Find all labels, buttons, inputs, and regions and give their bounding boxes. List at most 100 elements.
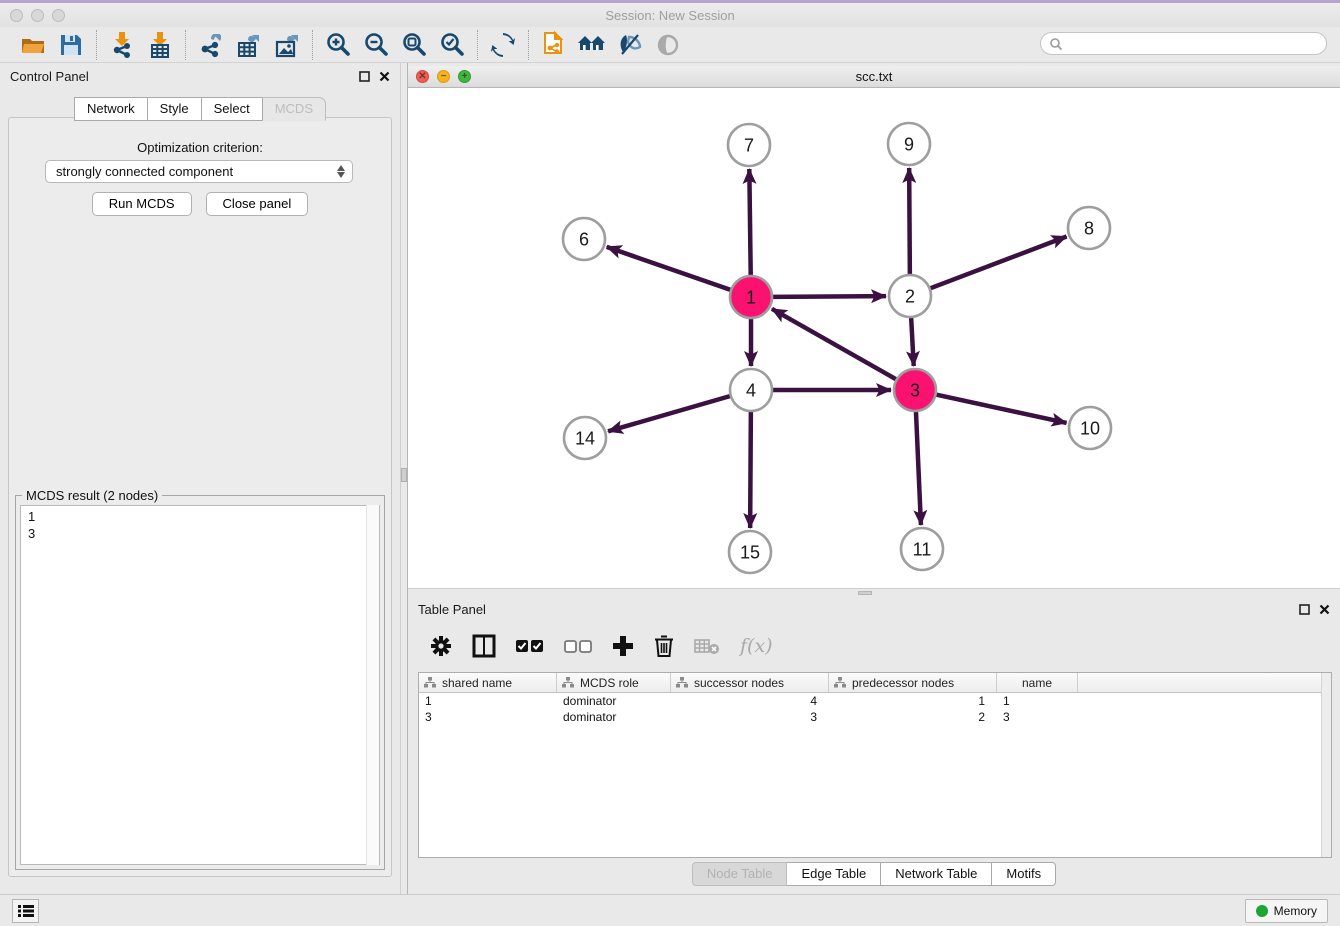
graph-node-1[interactable]: 1 <box>730 276 772 318</box>
edge-2-3[interactable] <box>911 318 914 366</box>
control-panel: Control Panel NetworkStyleSelectMCDS Opt… <box>0 63 400 894</box>
column-header-shared-name[interactable]: shared name <box>419 673 557 692</box>
tab-mcds[interactable]: MCDS <box>263 97 326 121</box>
graph-node-14[interactable]: 14 <box>564 417 606 459</box>
tab-node-table[interactable]: Node Table <box>692 862 788 886</box>
zoom-in-icon[interactable] <box>323 31 353 59</box>
graph-node-7[interactable]: 7 <box>728 124 770 166</box>
mcds-result-fieldset: MCDS result (2 nodes) 1 3 <box>15 495 385 870</box>
duplicate-network-icon[interactable] <box>539 31 569 59</box>
add-column-icon[interactable] <box>612 635 634 657</box>
network-title: scc.txt <box>408 69 1340 84</box>
graph-node-9[interactable]: 9 <box>888 123 930 165</box>
tab-network-table[interactable]: Network Table <box>881 862 992 886</box>
graph-node-8[interactable]: 8 <box>1068 207 1110 249</box>
cell-MCDS-role[interactable]: dominator <box>557 710 671 724</box>
network-window-titlebar[interactable]: ✕ − + scc.txt <box>408 66 1340 88</box>
edge-1-2[interactable] <box>773 296 886 297</box>
float-panel-icon[interactable] <box>1299 604 1310 615</box>
edge-3-10[interactable] <box>936 395 1066 423</box>
close-panel-icon[interactable] <box>379 71 390 82</box>
minimize-network-icon[interactable]: − <box>437 70 450 83</box>
tab-edge-table[interactable]: Edge Table <box>787 862 881 886</box>
table-row[interactable]: 1dominator411 <box>419 693 1331 709</box>
cell-shared-name[interactable]: 3 <box>419 710 557 724</box>
tab-style[interactable]: Style <box>148 97 202 121</box>
column-pane-icon[interactable] <box>472 634 496 658</box>
result-scrollbar[interactable] <box>366 505 379 865</box>
edge-2-9[interactable] <box>909 168 910 274</box>
zoom-selected-icon[interactable] <box>437 31 467 59</box>
network-canvas[interactable]: 1 2 3 4 6 7 8 9 10 11 14 15 <box>408 88 1340 588</box>
graph-node-15[interactable]: 15 <box>729 531 771 573</box>
graph-node-4[interactable]: 4 <box>730 369 772 411</box>
visual-properties-icon[interactable] <box>615 31 645 59</box>
search-box[interactable] <box>1040 32 1327 55</box>
cell-shared-name[interactable]: 1 <box>419 694 557 708</box>
maximize-network-icon[interactable]: + <box>458 70 471 83</box>
svg-text:3: 3 <box>910 380 920 400</box>
column-header-successor-nodes[interactable]: successor nodes <box>671 673 829 692</box>
cell-name[interactable]: 1 <box>997 694 1078 708</box>
splitter-grip[interactable] <box>858 591 872 595</box>
close-network-icon[interactable]: ✕ <box>416 70 429 83</box>
run-mcds-button[interactable]: Run MCDS <box>92 192 192 216</box>
edge-4-15[interactable] <box>750 412 751 528</box>
table-scrollbar[interactable] <box>1321 673 1331 857</box>
edge-1-7[interactable] <box>749 169 750 275</box>
table-settings-icon[interactable] <box>430 635 452 657</box>
task-history-button[interactable] <box>12 899 39 923</box>
graph-node-2[interactable]: 2 <box>889 275 931 317</box>
cell-MCDS-role[interactable]: dominator <box>557 694 671 708</box>
export-image-icon[interactable] <box>272 31 302 59</box>
cell-successor-nodes[interactable]: 3 <box>671 710 829 724</box>
edge-2-8[interactable] <box>931 237 1067 289</box>
column-header-predecessor-nodes[interactable]: predecessor nodes <box>829 673 997 692</box>
tab-select[interactable]: Select <box>202 97 263 121</box>
graph-node-11[interactable]: 11 <box>901 528 943 570</box>
cell-successor-nodes[interactable]: 4 <box>671 694 829 708</box>
criterion-select[interactable]: strongly connected component <box>45 160 353 183</box>
home-layout-icon[interactable] <box>577 31 607 59</box>
memory-button[interactable]: Memory <box>1245 899 1328 923</box>
close-panel-icon[interactable] <box>1319 604 1330 615</box>
edge-1-6[interactable] <box>607 247 731 290</box>
splitter-grip[interactable] <box>401 468 407 482</box>
cell-name[interactable]: 3 <box>997 710 1078 724</box>
tab-motifs[interactable]: Motifs <box>992 862 1056 886</box>
cell-predecessor-nodes[interactable]: 2 <box>829 710 997 724</box>
import-table-icon[interactable] <box>145 31 175 59</box>
save-session-icon[interactable] <box>56 31 86 59</box>
zoom-out-icon[interactable] <box>361 31 391 59</box>
float-panel-icon[interactable] <box>359 71 370 82</box>
graph-node-6[interactable]: 6 <box>563 218 605 260</box>
select-all-icon[interactable] <box>516 639 544 653</box>
memory-label: Memory <box>1274 904 1317 918</box>
edge-4-14[interactable] <box>608 396 730 431</box>
cell-predecessor-nodes[interactable]: 1 <box>829 694 997 708</box>
horizontal-splitter[interactable] <box>408 588 1340 596</box>
column-header-MCDS-role[interactable]: MCDS role <box>557 673 671 692</box>
import-network-icon[interactable] <box>107 31 137 59</box>
export-network-icon[interactable] <box>196 31 226 59</box>
open-session-icon[interactable] <box>18 31 48 59</box>
table-row[interactable]: 3dominator323 <box>419 709 1331 725</box>
tab-network[interactable]: Network <box>74 97 148 121</box>
svg-text:4: 4 <box>746 380 756 400</box>
zoom-fit-icon[interactable] <box>399 31 429 59</box>
mcds-result-text[interactable]: 1 3 <box>20 505 380 865</box>
column-header-name[interactable]: name <box>997 673 1078 692</box>
edge-3-1[interactable] <box>772 309 896 379</box>
export-table-icon[interactable] <box>234 31 264 59</box>
graph-node-3[interactable]: 3 <box>894 369 936 411</box>
node-table[interactable]: shared nameMCDS rolesuccessor nodesprede… <box>418 672 1332 858</box>
edge-3-11[interactable] <box>916 412 921 525</box>
delete-column-icon[interactable] <box>654 634 674 658</box>
table-panel-title: Table Panel <box>418 602 486 617</box>
refresh-layout-icon[interactable] <box>488 31 518 59</box>
vertical-splitter[interactable] <box>400 63 408 894</box>
deselect-all-icon[interactable] <box>564 639 592 653</box>
graph-node-10[interactable]: 10 <box>1069 407 1111 449</box>
close-panel-button[interactable]: Close panel <box>206 192 309 216</box>
search-input[interactable] <box>1063 37 1326 51</box>
